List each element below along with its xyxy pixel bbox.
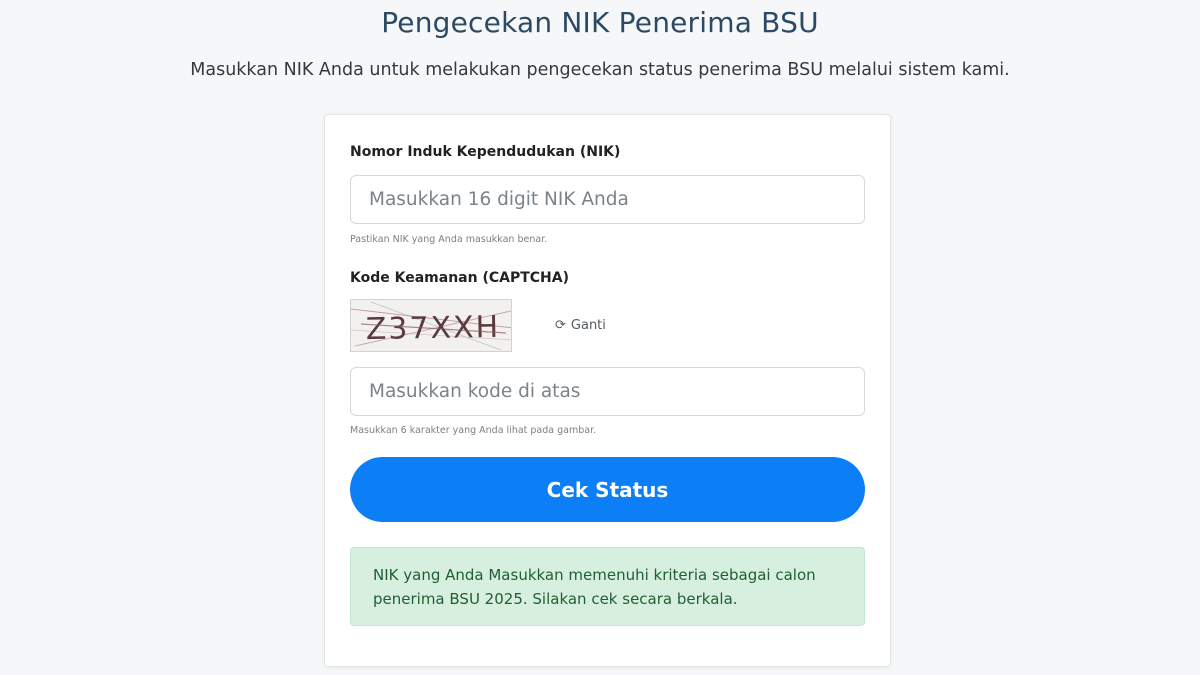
check-status-button[interactable]: Cek Status	[350, 457, 865, 522]
captcha-help-text: Masukkan 6 karakter yang Anda lihat pada…	[350, 425, 597, 436]
captcha-image: Z37XXH	[350, 299, 512, 352]
captcha-graphic: Z37XXH	[351, 300, 511, 351]
page-subtitle: Masukkan NIK Anda untuk melakukan pengec…	[190, 60, 1010, 80]
captcha-refresh-label: Ganti	[570, 318, 606, 333]
captcha-refresh-button[interactable]: ⟳ Ganti	[555, 318, 606, 333]
nik-help-text: Pastikan NIK yang Anda masukkan benar.	[350, 234, 548, 245]
nik-input[interactable]	[350, 175, 865, 224]
nik-label: Nomor Induk Kependudukan (NIK)	[350, 144, 621, 160]
result-message: NIK yang Anda Masukkan memenuhi kriteria…	[373, 566, 816, 608]
form-card: Nomor Induk Kependudukan (NIK) Pastikan …	[324, 114, 891, 667]
result-alert: NIK yang Anda Masukkan memenuhi kriteria…	[350, 547, 865, 626]
refresh-icon: ⟳	[555, 318, 566, 333]
captcha-label: Kode Keamanan (CAPTCHA)	[350, 270, 569, 286]
page: Pengecekan NIK Penerima BSU Masukkan NIK…	[0, 0, 1200, 675]
captcha-input[interactable]	[350, 367, 865, 416]
page-title: Pengecekan NIK Penerima BSU	[381, 6, 819, 39]
